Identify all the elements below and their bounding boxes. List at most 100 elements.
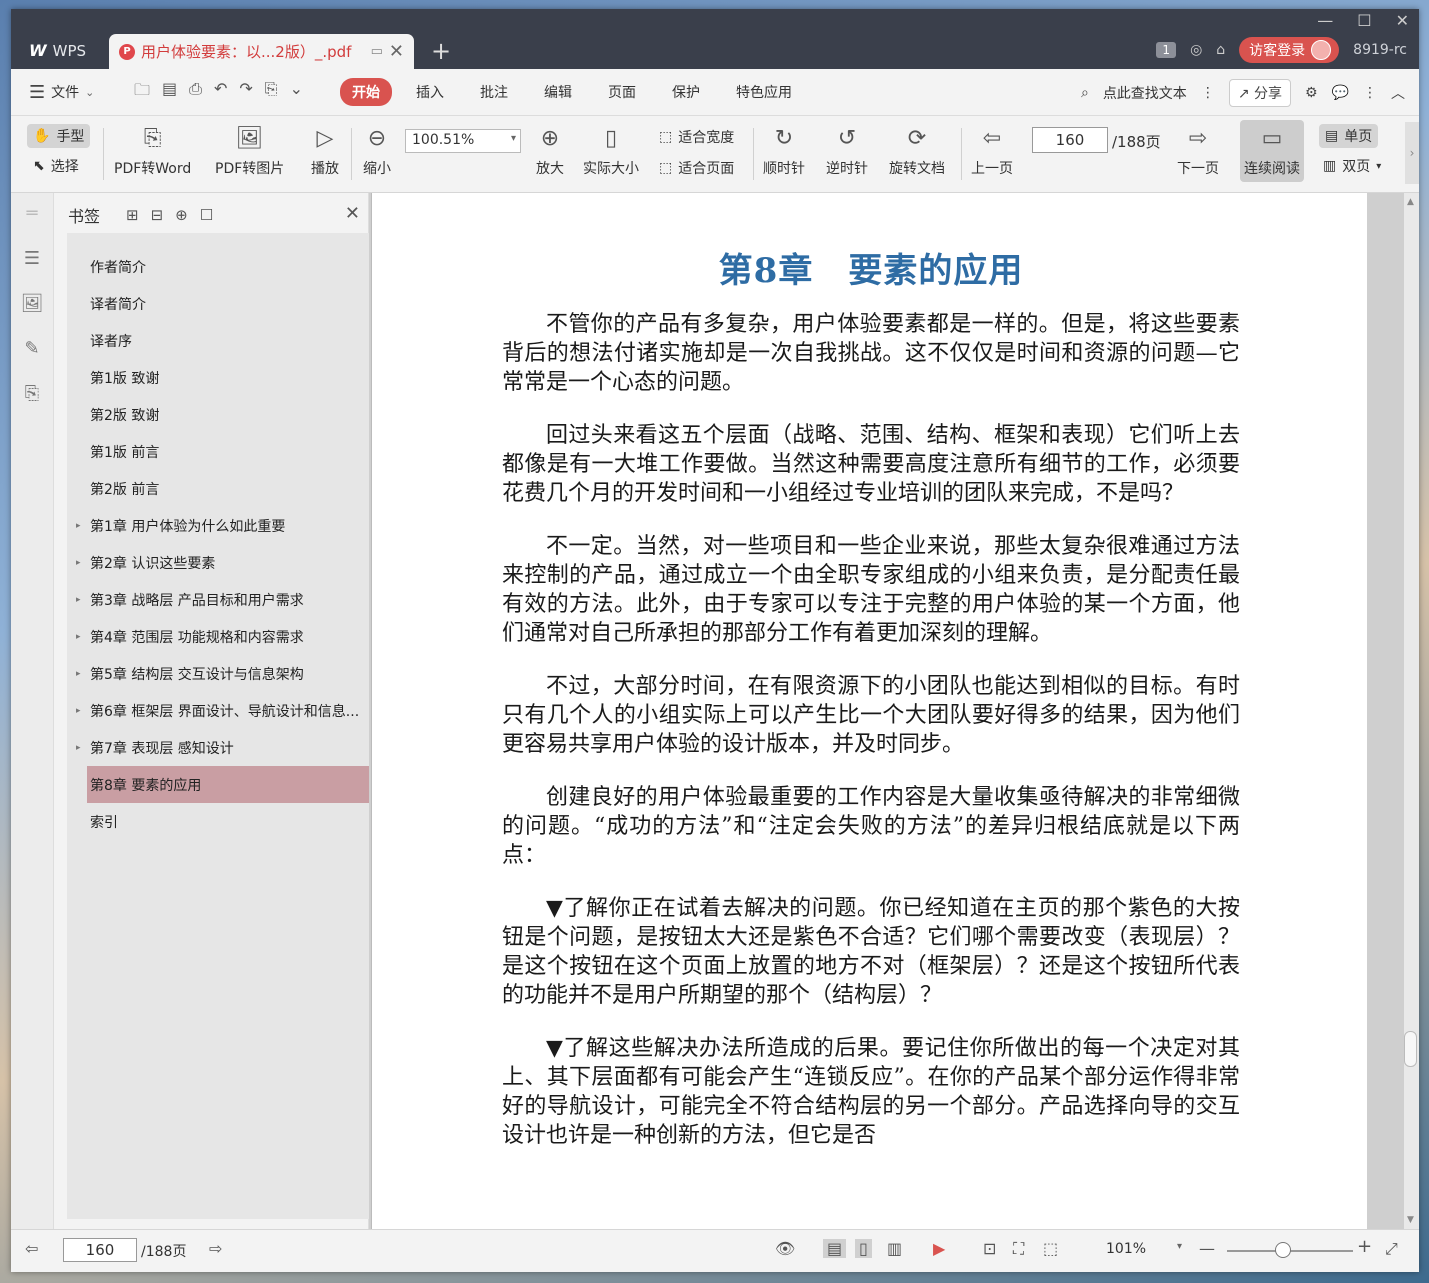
play-button[interactable]: ▷ 播放 [311, 124, 339, 178]
bookmark-item[interactable]: ▸ 第6章 框架层 界面设计、导航设计和信息... [67, 692, 380, 729]
thumbnail-icon[interactable]: 🖼 [21, 293, 44, 314]
fullscreen-icon[interactable]: ⤢ [1385, 1239, 1398, 1259]
zoom-out-small-icon[interactable]: — [1199, 1239, 1215, 1258]
add-tab-icon[interactable]: + [431, 37, 451, 65]
close-tab-icon[interactable]: ✕ [389, 41, 404, 62]
expand-arrow-icon[interactable]: ▸ [76, 669, 81, 679]
zoom-in-small-icon[interactable]: + [1357, 1236, 1372, 1257]
tab-special[interactable]: 特色应用 [724, 78, 804, 106]
tab-annotate[interactable]: 批注 [468, 78, 520, 106]
undo-icon[interactable]: ↶ [214, 79, 227, 106]
vertical-dots-icon[interactable]: ⋮ [1201, 85, 1215, 101]
select-tool-button[interactable]: ⬉ 选择 [33, 156, 79, 176]
page-number-input[interactable]: 160 [1032, 127, 1108, 153]
file-menu[interactable]: ☰ 文件 ⌄ [11, 82, 124, 103]
scroll-up-icon[interactable]: ▲ [1407, 197, 1414, 207]
bookmark-item[interactable]: ▸ 第4章 范围层 功能规格和内容需求 [67, 618, 380, 655]
actual-size-small-icon[interactable]: ⊡ [983, 1239, 996, 1258]
pdf-to-image-button[interactable]: 🖼 PDF转图片 [215, 124, 284, 178]
add-bookmark-icon[interactable]: ⊕ [175, 206, 188, 224]
fit-page-small-icon[interactable]: ⛶ [1013, 1239, 1024, 1259]
bookmark-options-icon[interactable]: ☐ [200, 206, 213, 224]
bookmark-item[interactable]: 索引 [67, 803, 380, 840]
bookmark-item[interactable]: ▸ 第7章 表现层 感知设计 [67, 729, 380, 766]
fit-width-small-icon[interactable]: ⬚ [1043, 1239, 1058, 1258]
expand-arrow-icon[interactable]: ▸ [76, 595, 81, 605]
wps-home-tab[interactable]: W WPS [17, 34, 105, 67]
document-tab[interactable]: P 用户体验要素：以...2版）_.pdf ▭ ✕ [109, 34, 414, 69]
expand-arrow-icon[interactable]: ▸ [76, 558, 81, 568]
expand-arrow-icon[interactable]: ▸ [76, 743, 81, 753]
bookmark-item[interactable]: 第1版 前言 [67, 433, 380, 470]
more-dropdown-icon[interactable]: ⌄ [290, 79, 303, 106]
window-count-badge[interactable]: 1 [1156, 42, 1177, 58]
eye-icon[interactable]: 👁 [775, 1239, 795, 1258]
tab-insert[interactable]: 插入 [404, 78, 456, 106]
bookmark-item[interactable]: 第2版 致谢 [67, 396, 380, 433]
tab-page[interactable]: 页面 [596, 78, 648, 106]
tab-protect[interactable]: 保护 [660, 78, 712, 106]
bookmark-item[interactable]: ▸ 第1章 用户体验为什么如此重要 [67, 507, 380, 544]
collapse-ribbon-icon[interactable]: ︿ [1391, 83, 1405, 103]
collapse-all-icon[interactable]: ⊟ [151, 206, 164, 224]
shirt-icon[interactable]: ⌂ [1216, 42, 1225, 58]
bookmark-item[interactable]: 译者简介 [67, 285, 380, 322]
single-page-button[interactable]: ▤ 单页 [1319, 124, 1379, 148]
zoom-in-button[interactable]: ⊕ 放大 [536, 124, 564, 178]
fit-page-button[interactable]: ⬚ 适合页面 [659, 158, 734, 178]
tab-edit[interactable]: 编辑 [532, 78, 584, 106]
tab-start[interactable]: 开始 [340, 78, 392, 106]
vertical-scrollbar[interactable]: ▲ ▼ [1404, 193, 1419, 1229]
close-window-icon[interactable]: ✕ [1396, 11, 1409, 30]
zoom-select[interactable]: 100.51% ▾ [405, 129, 521, 153]
document-viewport[interactable]: 第8章 要素的应用 不管你的产品有多复杂，用户体验要素都是一样的。但是，将这些要… [369, 193, 1419, 1229]
zoom-out-button[interactable]: ⊖ 缩小 [363, 124, 391, 178]
continuous-view-icon[interactable]: ▤ [823, 1239, 847, 1258]
pdf-to-word-button[interactable]: ⎘ PDF转Word [114, 124, 191, 178]
attachment-icon[interactable]: ⎘ [25, 383, 39, 404]
chevron-down-icon[interactable]: ▾ [1177, 1241, 1182, 1252]
skin-icon[interactable]: ◎ [1190, 42, 1202, 58]
minimize-icon[interactable]: — [1317, 11, 1333, 30]
drag-handle-icon[interactable]: ═ [27, 203, 38, 224]
find-text-button[interactable]: 点此查找文本 [1103, 83, 1187, 103]
open-folder-icon[interactable]: 🗀 [134, 79, 150, 106]
bookmark-item[interactable]: ▸ 第5章 结构层 交互设计与信息架构 [67, 655, 380, 692]
actual-size-button[interactable]: ▯ 实际大小 [583, 124, 639, 178]
close-panel-icon[interactable]: ✕ [345, 203, 360, 224]
status-page-input[interactable]: 160 [63, 1238, 137, 1262]
share-button[interactable]: ↗ 分享 [1228, 79, 1291, 107]
double-view-icon[interactable]: ▥ [887, 1239, 902, 1258]
double-page-button[interactable]: ▥ 双页 ▾ [1323, 156, 1381, 176]
fit-width-button[interactable]: ⬚ 适合宽度 [659, 127, 734, 147]
rotate-document-button[interactable]: ⟳ 旋转文档 [889, 124, 945, 178]
search-icon[interactable]: ⌕ [1081, 85, 1089, 101]
scrollbar-thumb[interactable] [1404, 1031, 1417, 1067]
guest-login-button[interactable]: 访客登录 [1239, 37, 1340, 63]
maximize-icon[interactable]: ☐ [1357, 11, 1371, 30]
bookmark-item[interactable]: ▸第8章 要素的应用 [87, 766, 378, 803]
zoom-slider-knob[interactable] [1275, 1242, 1291, 1258]
comment-icon[interactable]: 💬 [1332, 85, 1349, 101]
settings-icon[interactable]: ⚙ [1305, 85, 1318, 101]
play-slideshow-icon[interactable]: ▶ [933, 1239, 945, 1258]
scroll-down-icon[interactable]: ▼ [1407, 1215, 1414, 1225]
bookmark-item[interactable]: 作者简介 [67, 248, 380, 285]
hand-tool-button[interactable]: ✋ 手型 [27, 124, 91, 148]
prev-page-button[interactable]: ⇦ 上一页 [971, 124, 1013, 178]
expand-arrow-icon[interactable]: ▸ [76, 521, 81, 531]
prev-page-small-icon[interactable]: ⇦ [25, 1239, 38, 1258]
pin-icon[interactable]: ▭ [371, 44, 383, 59]
save-icon[interactable]: ▤ [162, 79, 177, 106]
redo-icon[interactable]: ↷ [239, 79, 252, 106]
continuous-read-button[interactable]: ▭ 连续阅读 [1240, 120, 1304, 182]
expand-arrow-icon[interactable]: ▸ [76, 632, 81, 642]
toolbar-scroll-right-icon[interactable]: › [1405, 122, 1419, 184]
export-icon[interactable]: ⎘ [265, 79, 278, 106]
bookmark-item[interactable]: ▸ 第2章 认识这些要素 [67, 544, 380, 581]
bookmark-item[interactable]: 译者序 [67, 322, 380, 359]
bookmark-item[interactable]: ▸ 第3章 战略层 产品目标和用户需求 [67, 581, 380, 618]
bookmark-list-icon[interactable]: ☰ [24, 248, 40, 269]
rotate-clockwise-button[interactable]: ↻ 顺时针 [763, 124, 805, 178]
expand-all-icon[interactable]: ⊞ [126, 206, 139, 224]
